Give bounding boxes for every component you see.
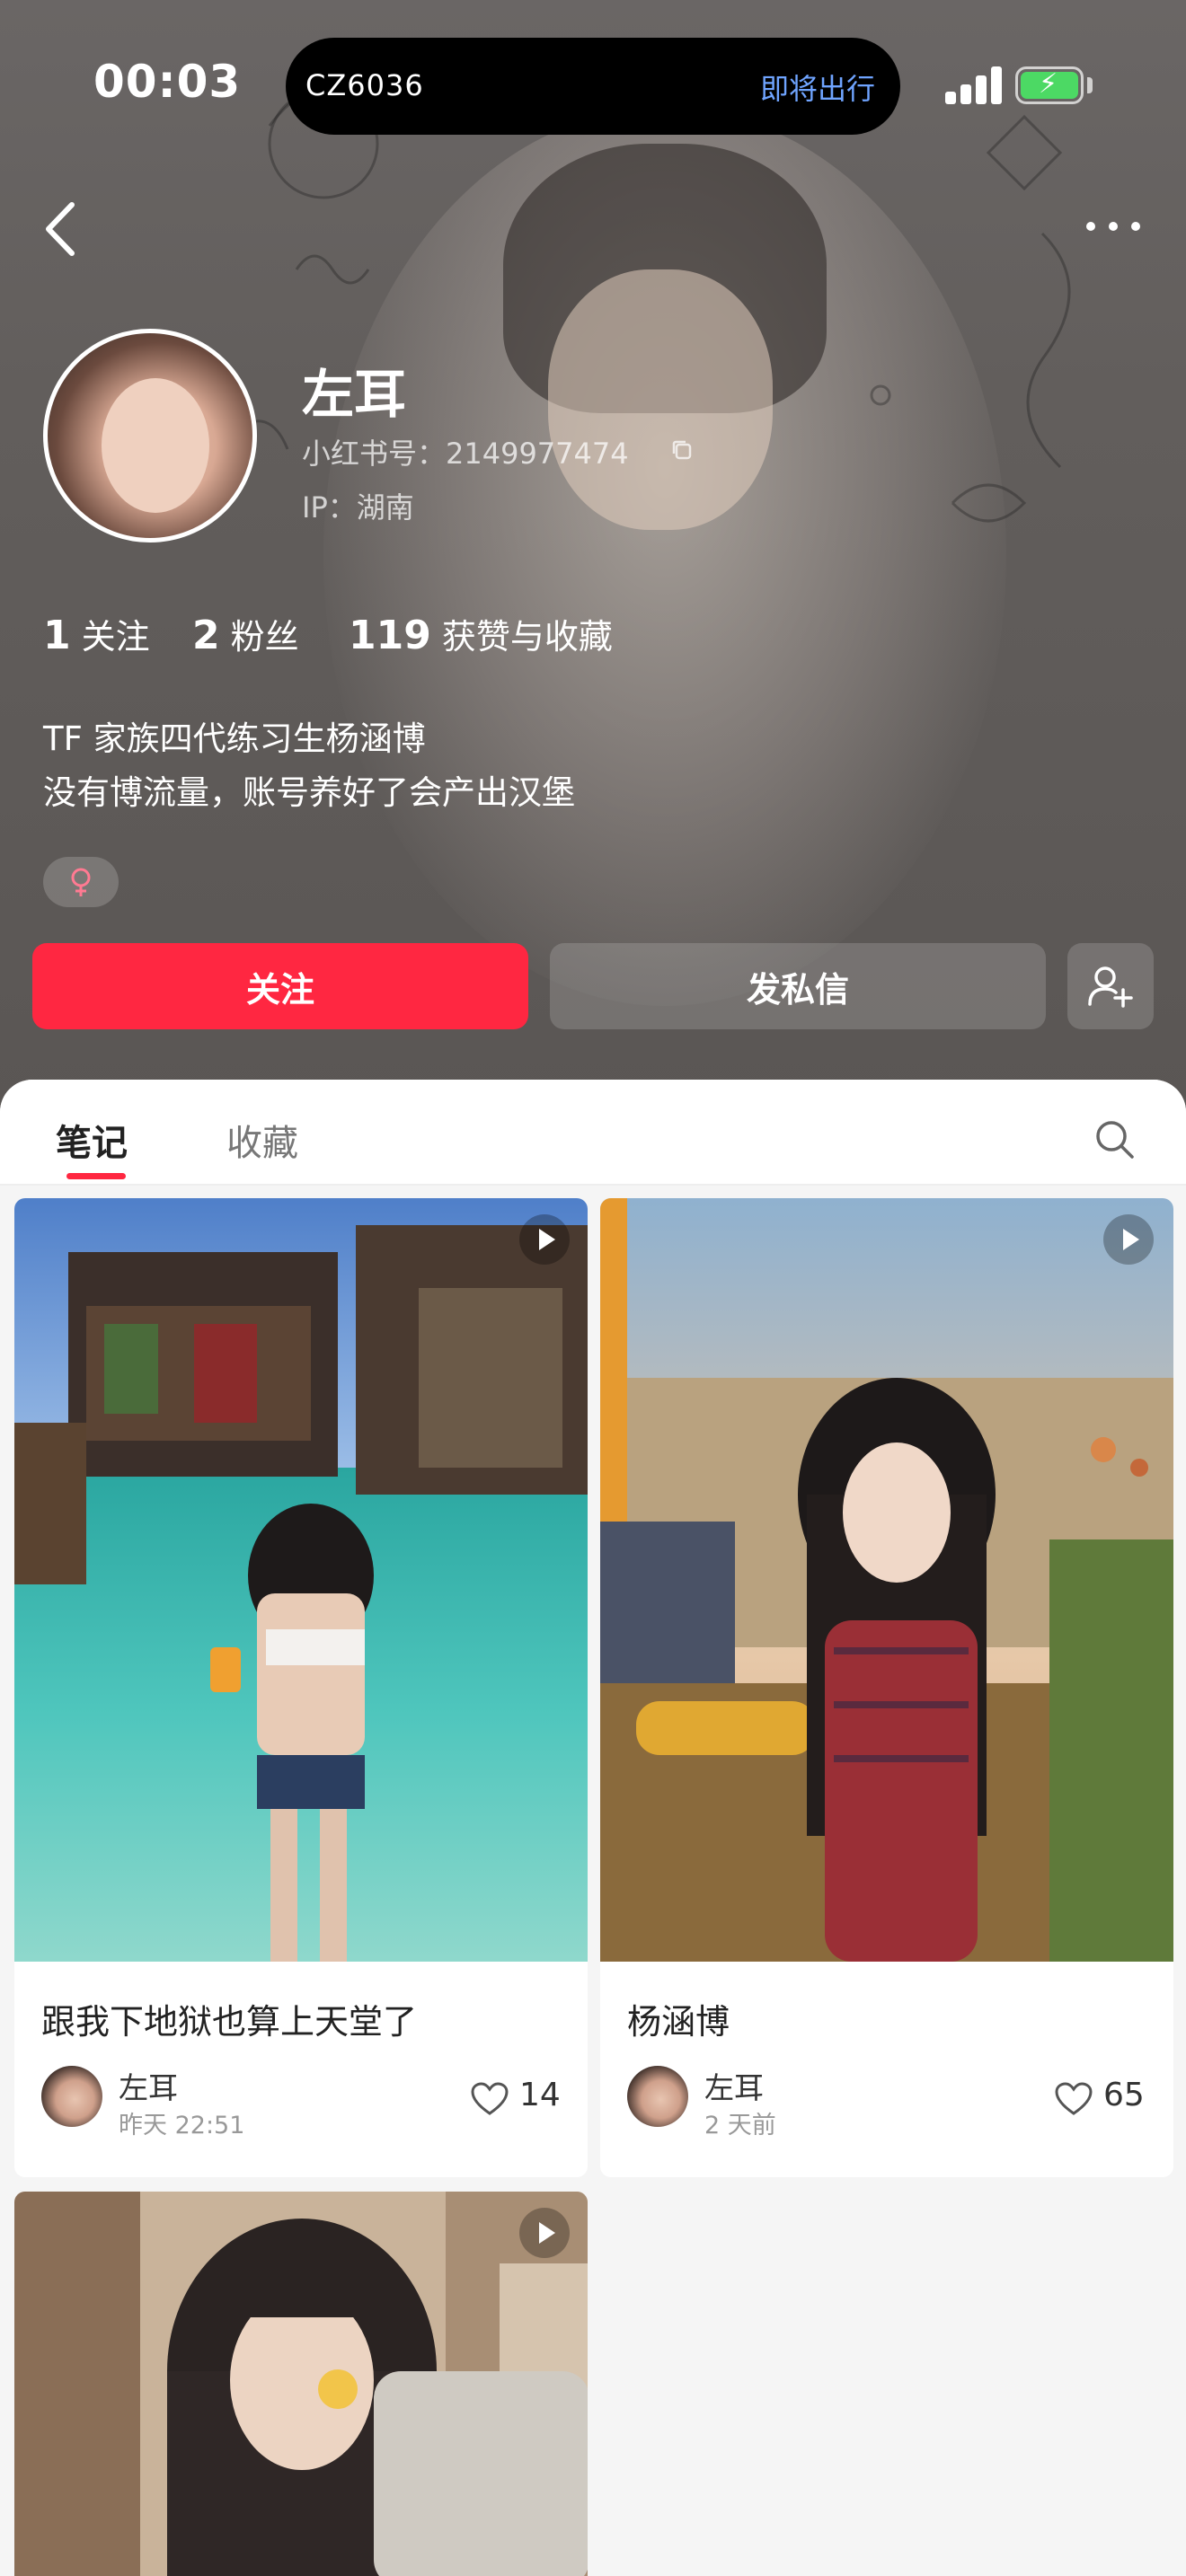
heart-icon[interactable] xyxy=(471,2082,509,2116)
avatar-face xyxy=(102,378,209,513)
profile-name: 左耳 xyxy=(302,364,407,425)
bio-line-2: 没有博流量，账号养好了会产出汉堡 xyxy=(43,773,575,812)
note-cover-photo-pirate-ship xyxy=(14,1198,588,1962)
note-cover-photo-street xyxy=(14,2192,588,2576)
copy-icon[interactable] xyxy=(670,438,694,462)
add-friend-button[interactable] xyxy=(1067,943,1154,1029)
female-icon xyxy=(71,868,91,896)
follow-button[interactable]: 关注 xyxy=(32,943,528,1029)
stat-following-count: 1 xyxy=(43,613,71,658)
tab-notes[interactable]: 笔记 xyxy=(56,1114,128,1166)
note-cover-photo-balloon-ride xyxy=(600,1198,1173,1962)
gender-tag xyxy=(43,857,119,907)
battery-icon: ⚡ xyxy=(1015,66,1084,104)
stat-followers-label: 粉丝 xyxy=(230,617,299,657)
video-play-icon xyxy=(1103,1214,1154,1265)
note-card[interactable]: 跟我下地狱也算上天堂了 左耳 昨天 22:51 14 xyxy=(14,1198,588,2177)
stat-following-label: 关注 xyxy=(81,617,150,657)
stat-likes-label: 获赞与收藏 xyxy=(441,617,613,657)
add-friend-icon xyxy=(1088,966,1133,1008)
note-title: 跟我下地狱也算上天堂了 xyxy=(41,2002,418,2042)
note-time: 昨天 22:51 xyxy=(119,2112,245,2139)
stat-followers[interactable]: 2 粉丝 xyxy=(192,609,299,658)
tab-active-indicator xyxy=(66,1173,126,1179)
note-author-name[interactable]: 左耳 xyxy=(704,2064,764,2107)
note-like-count: 65 xyxy=(1103,2077,1145,2113)
stat-likes-and-saves[interactable]: 119 获赞与收藏 xyxy=(349,609,613,658)
more-icon[interactable] xyxy=(1082,214,1145,239)
tab-bar: 笔记 收藏 xyxy=(0,1080,1186,1186)
note-like-count: 14 xyxy=(519,2077,561,2113)
status-time: 00:03 xyxy=(93,56,242,108)
note-card[interactable] xyxy=(14,2192,588,2576)
tab-collections[interactable]: 收藏 xyxy=(226,1114,298,1166)
send-message-button[interactable]: 发私信 xyxy=(550,943,1046,1029)
island-flight-status: 即将出行 xyxy=(760,72,876,106)
search-icon[interactable] xyxy=(1093,1117,1137,1162)
redbook-id: 小红书号：2149977474 xyxy=(302,437,629,471)
ip-location: IP：湖南 xyxy=(302,490,414,525)
video-play-icon xyxy=(519,2208,570,2258)
charging-bolt-icon: ⚡ xyxy=(1039,68,1058,100)
back-icon[interactable] xyxy=(36,198,86,260)
cellular-signal-icon xyxy=(945,65,1003,104)
notes-panel: 笔记 收藏 跟我下地狱也算上天堂了 左耳 昨天 22:51 14 杨涵博 左耳 … xyxy=(0,1080,1186,2576)
stat-likes-count: 119 xyxy=(349,613,431,658)
battery-tip xyxy=(1087,77,1093,93)
note-card[interactable]: 杨涵博 左耳 2 天前 65 xyxy=(600,1198,1173,2177)
note-cover-image[interactable] xyxy=(600,1198,1173,1962)
note-time: 2 天前 xyxy=(704,2112,776,2139)
heart-icon[interactable] xyxy=(1055,2082,1093,2116)
island-flight-number: CZ6036 xyxy=(305,68,424,102)
note-author-name[interactable]: 左耳 xyxy=(119,2064,178,2107)
note-cover-image[interactable] xyxy=(14,2192,588,2576)
avatar[interactable] xyxy=(43,329,257,543)
note-author-avatar[interactable] xyxy=(41,2066,102,2127)
bio-line-1: TF 家族四代练习生杨涵博 xyxy=(43,719,426,758)
note-title: 杨涵博 xyxy=(627,2002,730,2042)
note-cover-image[interactable] xyxy=(14,1198,588,1962)
stat-followers-count: 2 xyxy=(192,613,220,658)
stat-following[interactable]: 1 关注 xyxy=(43,609,150,658)
note-author-avatar[interactable] xyxy=(627,2066,688,2127)
video-play-icon xyxy=(519,1214,570,1265)
